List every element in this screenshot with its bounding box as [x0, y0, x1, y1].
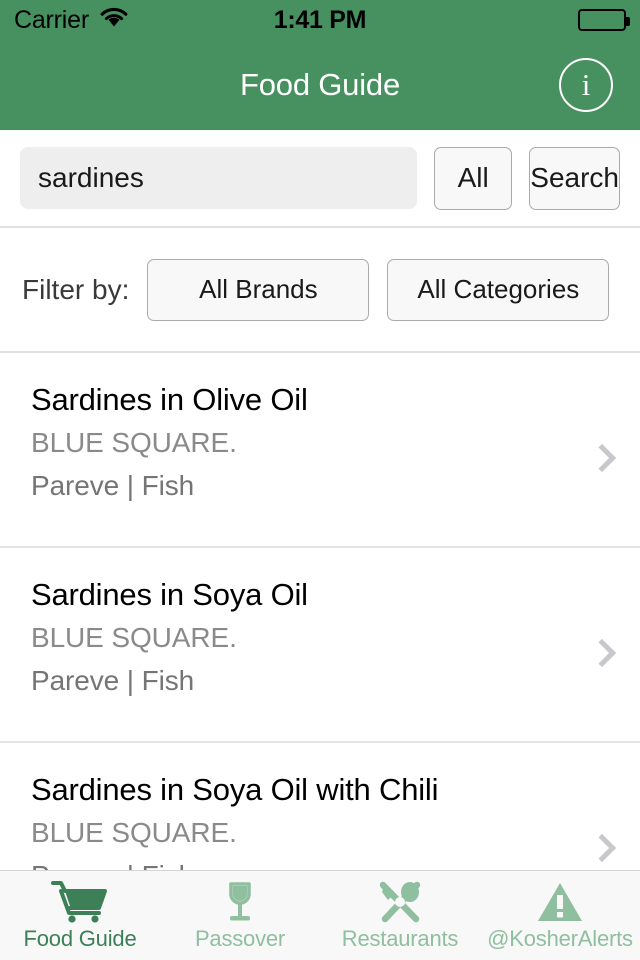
filter-bar: Filter by: All Brands All Categories — [0, 228, 640, 353]
filter-brands-label: All Brands — [199, 274, 318, 304]
search-button[interactable]: Search — [529, 146, 620, 210]
status-bar-right — [578, 9, 630, 31]
search-button-label: Search — [530, 162, 619, 193]
shopping-cart-icon — [50, 880, 110, 924]
product-brand: BLUE SQUARE. — [31, 621, 237, 653]
status-bar: Carrier 1:41 PM — [0, 0, 640, 40]
product-title: Sardines in Soya Oil — [31, 577, 308, 612]
app-root: Carrier 1:41 PM Food Guide i All Sear — [0, 0, 640, 960]
tab-bar: Food Guide Passover Restaurants @KosherA… — [0, 870, 640, 960]
wine-glass-icon — [218, 880, 262, 924]
product-title: Sardines in Olive Oil — [31, 382, 308, 417]
filter-brands-button[interactable]: All Brands — [147, 258, 370, 321]
nav-bar: Food Guide i — [0, 40, 640, 130]
search-scope-button[interactable]: All — [434, 146, 513, 210]
search-input[interactable] — [20, 147, 417, 209]
product-title: Sardines in Soya Oil with Chili — [31, 772, 439, 807]
wifi-icon — [99, 7, 129, 34]
list-item[interactable]: Sardines in Olive Oil BLUE SQUARE. Parev… — [0, 353, 640, 548]
status-bar-left: Carrier — [14, 6, 129, 35]
product-category: Pareve | Fish — [31, 470, 195, 502]
tab-label: @KosherAlerts — [487, 925, 633, 951]
warning-triangle-icon — [536, 880, 584, 924]
results-list[interactable]: Sardines in Olive Oil BLUE SQUARE. Parev… — [0, 353, 640, 960]
knife-spoon-icon — [376, 880, 424, 924]
filter-categories-button[interactable]: All Categories — [387, 258, 610, 321]
tab-kosher-alerts[interactable]: @KosherAlerts — [480, 871, 640, 960]
search-bar: All Search — [0, 130, 640, 228]
battery-full-icon — [578, 9, 630, 31]
page-title: Food Guide — [240, 67, 400, 102]
filter-by-label: Filter by: — [22, 273, 130, 305]
carrier-label: Carrier — [14, 5, 89, 34]
list-item[interactable]: Sardines in Soya Oil BLUE SQUARE. Pareve… — [0, 548, 640, 743]
info-circle-icon[interactable]: i — [559, 58, 613, 112]
tab-food-guide[interactable]: Food Guide — [0, 871, 160, 960]
tab-label: Food Guide — [23, 925, 137, 951]
tab-label: Passover — [194, 925, 286, 951]
tab-passover[interactable]: Passover — [160, 871, 320, 960]
tab-label: Restaurants — [341, 925, 459, 951]
filter-categories-label: All Categories — [417, 274, 580, 304]
info-button-label: i — [581, 67, 591, 102]
product-category: Pareve | Fish — [31, 665, 195, 697]
product-brand: BLUE SQUARE. — [31, 426, 237, 458]
product-brand: BLUE SQUARE. — [31, 816, 237, 848]
search-scope-label: All — [457, 162, 489, 193]
tab-restaurants[interactable]: Restaurants — [320, 871, 480, 960]
